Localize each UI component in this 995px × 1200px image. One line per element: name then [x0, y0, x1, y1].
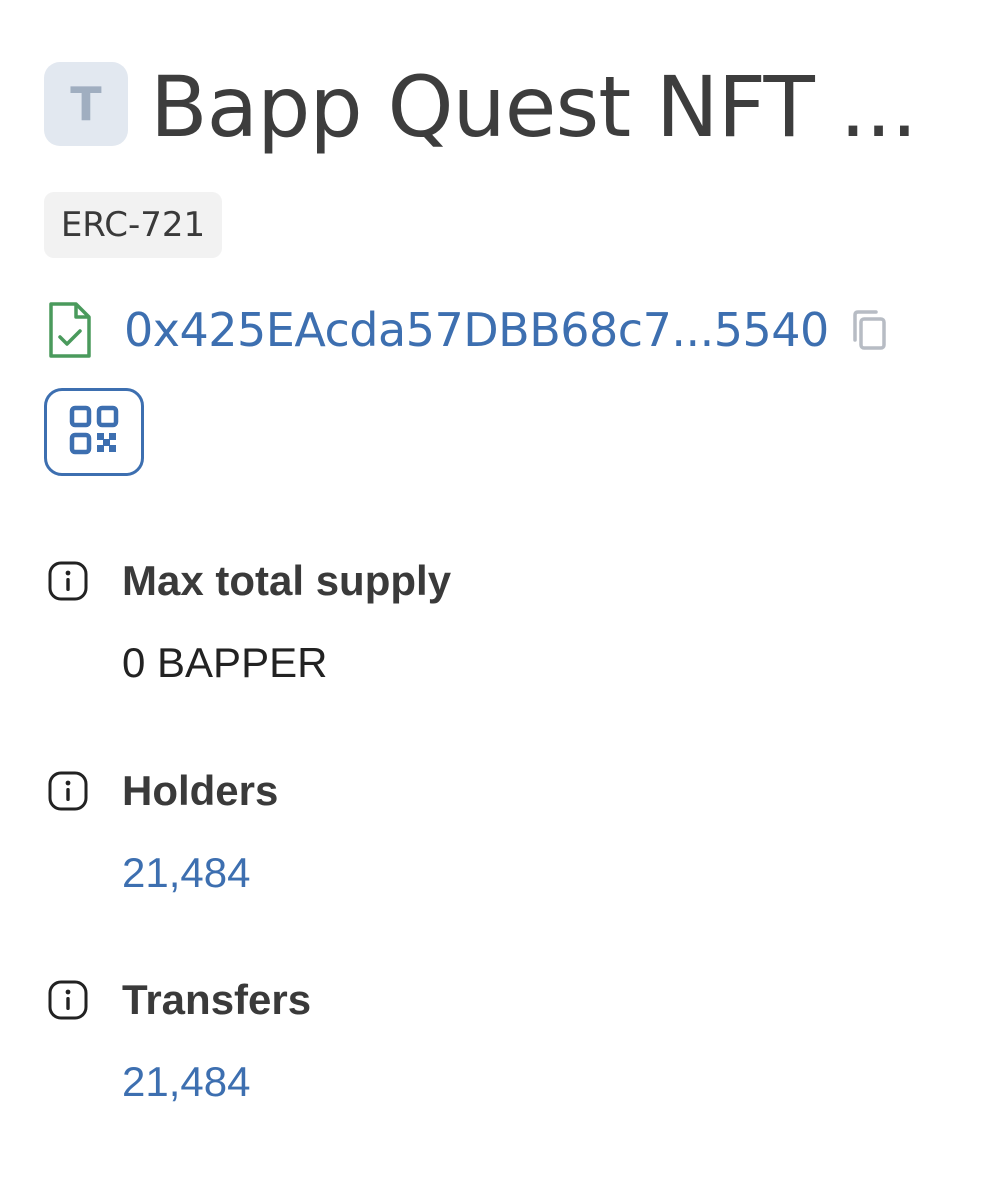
copy-icon[interactable]	[851, 307, 891, 353]
info-icon[interactable]	[48, 769, 92, 813]
stat-holders: Holders 21,484	[48, 763, 948, 897]
max-total-supply-label: Max total supply	[122, 557, 452, 604]
token-avatar: T	[44, 62, 128, 146]
transfers-value-link[interactable]: 21,484	[122, 1058, 948, 1106]
token-standard-badge: ERC-721	[44, 192, 222, 258]
max-total-supply-value: 0 BAPPER	[122, 639, 328, 686]
contract-address-link[interactable]: 0x425EAcda57DBB68c7...5540	[124, 303, 829, 357]
verified-contract-icon	[48, 300, 96, 360]
transfers-label: Transfers	[122, 976, 312, 1023]
avatar-letter: T	[70, 77, 102, 131]
info-icon[interactable]	[48, 978, 92, 1022]
qr-code-button[interactable]	[44, 388, 144, 476]
holders-label: Holders	[122, 767, 279, 814]
token-title: Bapp Quest NFT ...	[150, 58, 918, 156]
stat-max-total-supply: Max total supply 0 BAPPER	[48, 553, 948, 687]
info-icon[interactable]	[48, 559, 92, 603]
contract-address-row: 0x425EAcda57DBB68c7...5540	[48, 295, 891, 365]
qr-code-icon	[69, 405, 119, 460]
holders-value-link[interactable]: 21,484	[122, 849, 948, 897]
stat-transfers: Transfers 21,484	[48, 972, 948, 1106]
